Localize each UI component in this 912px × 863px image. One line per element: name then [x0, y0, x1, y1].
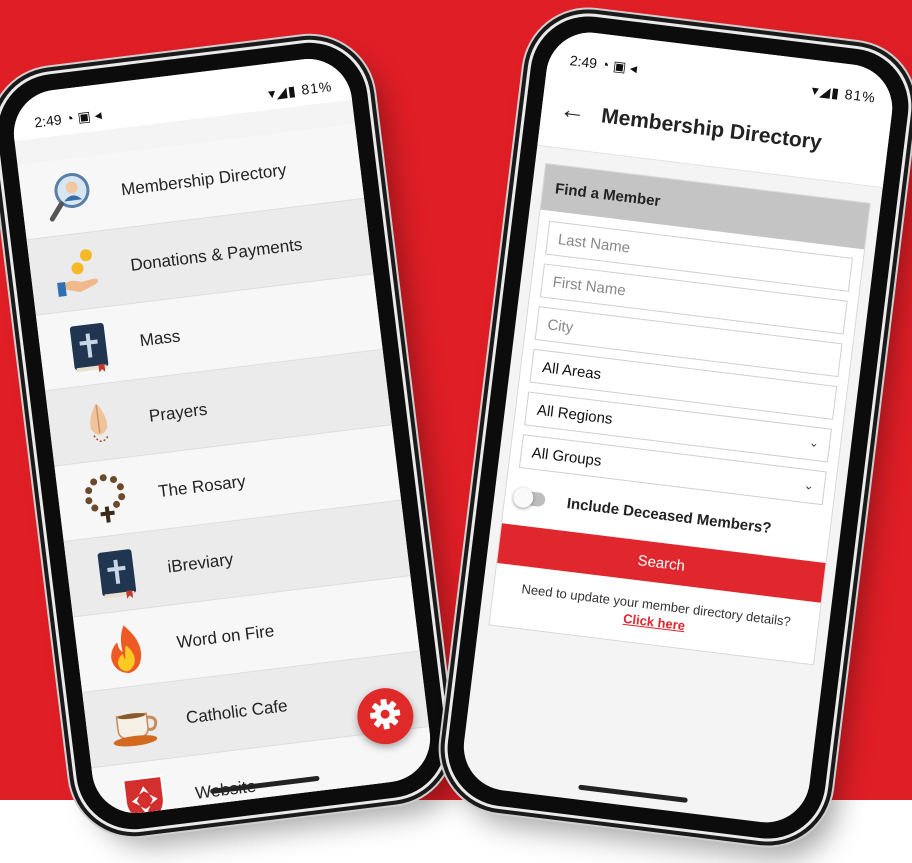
menu-label: Donations & Payments	[129, 234, 304, 275]
deceased-toggle[interactable]	[514, 489, 546, 508]
bible-icon	[87, 543, 147, 603]
menu-label: Prayers	[147, 399, 209, 426]
areas-select-value: All Areas	[541, 358, 603, 383]
member-search-icon	[41, 166, 101, 226]
deceased-label: Include Deceased Members?	[565, 494, 773, 537]
find-member-card: Find a Member Last Name First Name City …	[488, 162, 871, 666]
right-screen: 2:49 ◔ ▣ ◂ ▾◢▮ 81% ← Membership Director…	[458, 27, 898, 828]
fire-icon	[96, 619, 156, 679]
praying-hands-icon	[68, 392, 128, 452]
status-icons: ▾◢▮ 81%	[267, 78, 334, 102]
menu-label: iBreviary	[166, 549, 235, 577]
left-screen: 2:49 ◔ ▣ ◂ ▾◢▮ 81% Membership Directory	[8, 53, 436, 819]
chevron-down-icon: ⌄	[808, 435, 820, 451]
menu-label: Word on Fire	[175, 620, 276, 652]
maltese-cross-shield-icon	[115, 770, 175, 819]
home-indicator[interactable]	[578, 784, 688, 803]
search-form: Last Name First Name City All Areas All …	[490, 210, 865, 665]
gear-icon	[367, 696, 403, 737]
menu-label: Catholic Cafe	[184, 695, 289, 727]
coffee-cup-icon	[105, 694, 165, 754]
back-arrow-icon[interactable]: ←	[558, 93, 587, 127]
battery-level: 81%	[843, 85, 877, 106]
status-icons: ▾◢▮ 81%	[810, 81, 877, 106]
status-time: 2:49 ◔ ▣ ◂	[33, 106, 103, 131]
bible-icon	[59, 317, 119, 377]
rosary-icon	[78, 468, 138, 528]
page-title: Membership Directory	[600, 104, 823, 155]
coins-hand-icon	[50, 242, 110, 302]
chevron-down-icon: ⌄	[803, 477, 815, 493]
groups-select-value: All Groups	[530, 443, 603, 470]
menu-label: Mass	[138, 325, 182, 350]
battery-level: 81%	[300, 78, 334, 98]
regions-select-value: All Regions	[536, 401, 614, 428]
menu-label: Membership Directory	[120, 159, 288, 199]
status-time: 2:49 ◔ ▣ ◂	[568, 52, 639, 77]
menu-label: The Rosary	[157, 471, 247, 501]
